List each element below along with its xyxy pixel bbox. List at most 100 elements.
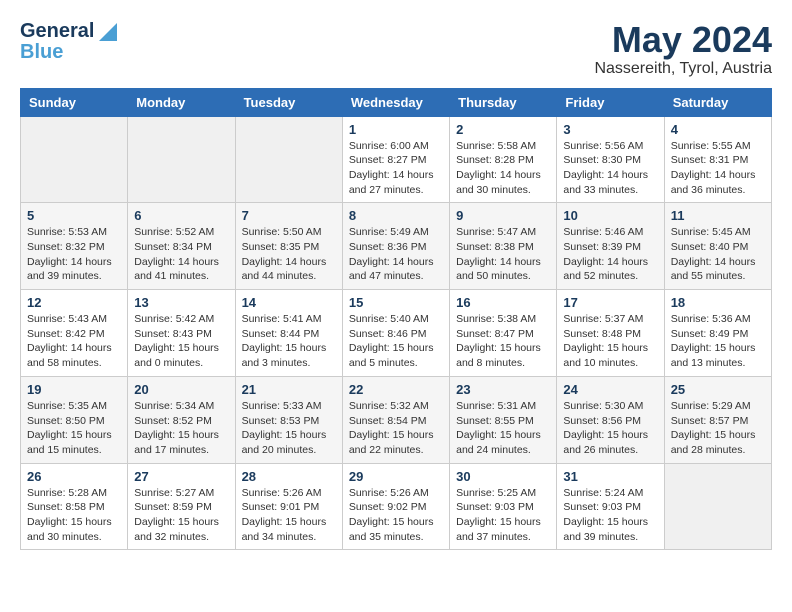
table-row: [235, 116, 342, 203]
table-row: 30Sunrise: 5:25 AMSunset: 9:03 PMDayligh…: [450, 463, 557, 550]
day-number: 22: [349, 382, 443, 397]
daylight-info: and 35 minutes.: [349, 530, 443, 545]
sunset-info: Sunset: 8:46 PM: [349, 327, 443, 342]
daylight-info: and 39 minutes.: [563, 530, 657, 545]
table-row: 25 Sunrise: 5:29 AMSunset: 8:57 PMDayligh…: [664, 376, 771, 463]
daylight-info: Daylight: 15 hours: [242, 341, 336, 356]
sunrise-info: Sunrise: 5:32 AM: [349, 399, 443, 414]
header-monday: Monday: [128, 88, 235, 116]
table-row: 29Sunrise: 5:26 AMSunset: 9:02 PMDayligh…: [342, 463, 449, 550]
daylight-info: Daylight: 14 hours: [349, 255, 443, 270]
sunset-info: Sunset: 8:58 PM: [27, 500, 121, 515]
day-number: 29: [349, 469, 443, 484]
day-number: 31: [563, 469, 657, 484]
sunset-info: Sunset: 8:35 PM: [242, 240, 336, 255]
day-number: 1: [349, 122, 443, 137]
header-saturday: Saturday: [664, 88, 771, 116]
page-header: General Blue May 2024 Nassereith, Tyrol,…: [20, 20, 772, 78]
day-number: 5: [27, 208, 121, 223]
daylight-info: Daylight: 15 hours: [456, 428, 550, 443]
sunset-info: Sunset: 8:27 PM: [349, 153, 443, 168]
calendar-table: Sunday Monday Tuesday Wednesday Thursday…: [20, 88, 772, 551]
calendar-week-2: 5Sunrise: 5:53 AMSunset: 8:32 PMDaylight…: [21, 203, 772, 290]
daylight-info: and 44 minutes.: [242, 269, 336, 284]
daylight-info: Daylight: 14 hours: [456, 168, 550, 183]
table-row: 12Sunrise: 5:43 AMSunset: 8:42 PMDayligh…: [21, 290, 128, 377]
daylight-info: Daylight: 14 hours: [671, 255, 765, 270]
header-sunday: Sunday: [21, 88, 128, 116]
day-number: 27: [134, 469, 228, 484]
sunrise-info: Sunrise: 5:29 AM: [671, 399, 765, 414]
daylight-info: Daylight: 15 hours: [563, 341, 657, 356]
sunrise-info: Sunrise: 5:27 AM: [134, 486, 228, 501]
table-row: 26Sunrise: 5:28 AMSunset: 8:58 PMDayligh…: [21, 463, 128, 550]
daylight-info: and 3 minutes.: [242, 356, 336, 371]
table-row: 23Sunrise: 5:31 AMSunset: 8:55 PMDayligh…: [450, 376, 557, 463]
daylight-info: Daylight: 15 hours: [134, 428, 228, 443]
sunset-info: Sunset: 8:38 PM: [456, 240, 550, 255]
daylight-info: and 22 minutes.: [349, 443, 443, 458]
table-row: 1 Sunrise: 6:00 AMSunset: 8:27 PMDaylight…: [342, 116, 449, 203]
daylight-info: and 32 minutes.: [134, 530, 228, 545]
table-row: 31Sunrise: 5:24 AMSunset: 9:03 PMDayligh…: [557, 463, 664, 550]
daylight-info: Daylight: 15 hours: [134, 341, 228, 356]
logo-blue-text: Blue: [20, 41, 63, 64]
table-row: 14Sunrise: 5:41 AMSunset: 8:44 PMDayligh…: [235, 290, 342, 377]
sunset-info: Sunset: 8:59 PM: [134, 500, 228, 515]
sunrise-info: Sunrise: 5:58 AM: [456, 139, 550, 154]
daylight-info: and 47 minutes.: [349, 269, 443, 284]
day-number: 13: [134, 295, 228, 310]
sunrise-info: Sunrise: 5:47 AM: [456, 225, 550, 240]
sunrise-info: Sunrise: 5:52 AM: [134, 225, 228, 240]
daylight-info: Daylight: 14 hours: [563, 255, 657, 270]
table-row: 9Sunrise: 5:47 AMSunset: 8:38 PMDaylight…: [450, 203, 557, 290]
daylight-info: Daylight: 15 hours: [671, 428, 765, 443]
daylight-info: Daylight: 15 hours: [563, 515, 657, 530]
daylight-info: and 5 minutes.: [349, 356, 443, 371]
day-number: 4: [671, 122, 765, 137]
day-number: 12: [27, 295, 121, 310]
daylight-info: and 58 minutes.: [27, 356, 121, 371]
daylight-info: Daylight: 14 hours: [27, 255, 121, 270]
sunrise-info: Sunrise: 5:28 AM: [27, 486, 121, 501]
sunrise-info: Sunrise: 6:00 AM: [349, 139, 443, 154]
header-friday: Friday: [557, 88, 664, 116]
sunrise-info: Sunrise: 5:36 AM: [671, 312, 765, 327]
header-wednesday: Wednesday: [342, 88, 449, 116]
sunset-info: Sunset: 8:36 PM: [349, 240, 443, 255]
sunset-info: Sunset: 8:55 PM: [456, 414, 550, 429]
sunrise-info: Sunrise: 5:42 AM: [134, 312, 228, 327]
day-number: 10: [563, 208, 657, 223]
logo-icon: [99, 23, 117, 41]
daylight-info: Daylight: 14 hours: [349, 168, 443, 183]
sunrise-info: Sunrise: 5:50 AM: [242, 225, 336, 240]
daylight-info: Daylight: 15 hours: [242, 515, 336, 530]
day-number: 11: [671, 208, 765, 223]
calendar-week-3: 12Sunrise: 5:43 AMSunset: 8:42 PMDayligh…: [21, 290, 772, 377]
daylight-info: and 13 minutes.: [671, 356, 765, 371]
calendar-week-5: 26Sunrise: 5:28 AMSunset: 8:58 PMDayligh…: [21, 463, 772, 550]
day-number: 20: [134, 382, 228, 397]
sunrise-info: Sunrise: 5:33 AM: [242, 399, 336, 414]
daylight-info: Daylight: 15 hours: [27, 515, 121, 530]
sunset-info: Sunset: 8:42 PM: [27, 327, 121, 342]
sunrise-info: Sunrise: 5:45 AM: [671, 225, 765, 240]
table-row: 17Sunrise: 5:37 AMSunset: 8:48 PMDayligh…: [557, 290, 664, 377]
table-row: 7Sunrise: 5:50 AMSunset: 8:35 PMDaylight…: [235, 203, 342, 290]
sunset-info: Sunset: 8:57 PM: [671, 414, 765, 429]
day-number: 18: [671, 295, 765, 310]
day-number: 21: [242, 382, 336, 397]
day-number: 25: [671, 382, 765, 397]
daylight-info: and 55 minutes.: [671, 269, 765, 284]
sunrise-info: Sunrise: 5:55 AM: [671, 139, 765, 154]
sunset-info: Sunset: 9:03 PM: [563, 500, 657, 515]
day-number: 30: [456, 469, 550, 484]
table-row: 13Sunrise: 5:42 AMSunset: 8:43 PMDayligh…: [128, 290, 235, 377]
daylight-info: and 0 minutes.: [134, 356, 228, 371]
sunrise-info: Sunrise: 5:56 AM: [563, 139, 657, 154]
daylight-info: and 33 minutes.: [563, 183, 657, 198]
sunset-info: Sunset: 8:50 PM: [27, 414, 121, 429]
sunrise-info: Sunrise: 5:37 AM: [563, 312, 657, 327]
day-number: 14: [242, 295, 336, 310]
table-row: 21Sunrise: 5:33 AMSunset: 8:53 PMDayligh…: [235, 376, 342, 463]
